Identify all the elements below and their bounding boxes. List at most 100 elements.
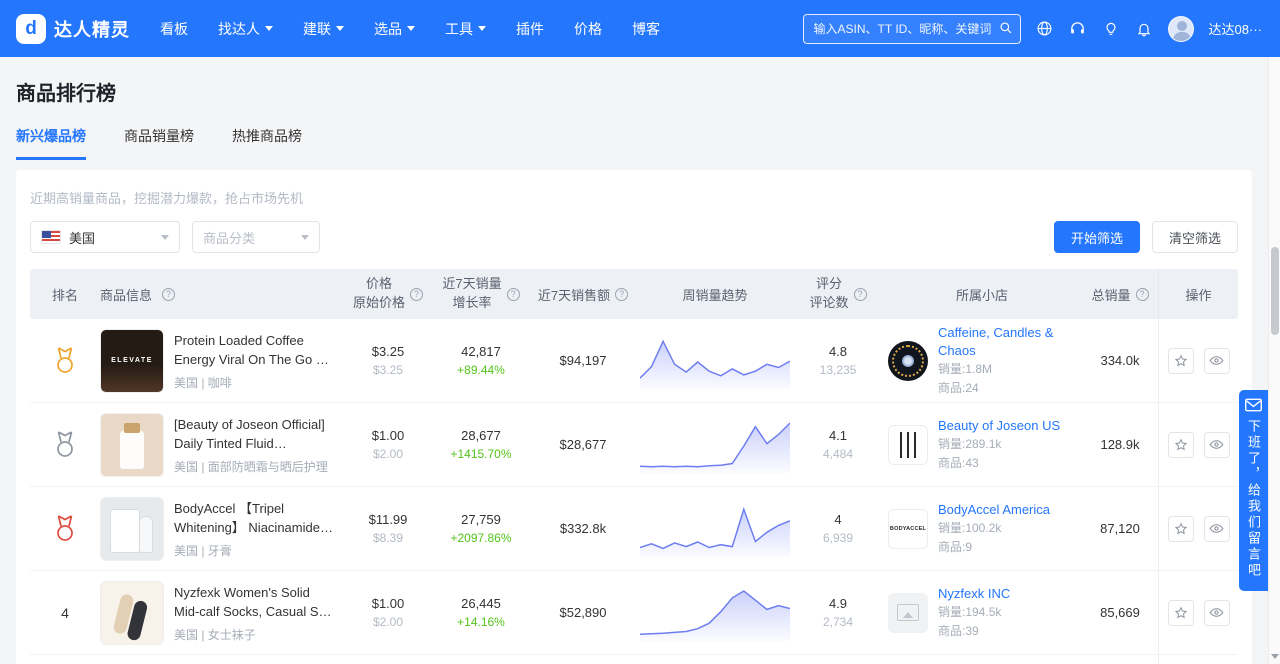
table-body: ELEVATE Protein Loaded Coffee Energy Vir… <box>30 319 1238 664</box>
sales7-cell: 28,677 +1415.70% <box>432 428 530 461</box>
favorite-button[interactable] <box>1168 348 1194 374</box>
search-icon[interactable] <box>999 21 1013 40</box>
info-icon[interactable] <box>162 288 175 301</box>
nav-item[interactable]: 价格 <box>574 19 602 39</box>
sales-7d: 42,817 <box>461 344 501 359</box>
watch-button[interactable] <box>1204 348 1230 374</box>
nav-item[interactable]: 看板 <box>160 19 188 39</box>
sales-7d: 27,759 <box>461 512 501 527</box>
bulb-icon[interactable] <box>1102 20 1120 38</box>
product-info: BodyAccel 【Tripel Whitening】 Niacinamide… <box>174 499 336 559</box>
username[interactable]: 达达08··· <box>1209 19 1262 38</box>
price-cell: $1.00 $2.00 <box>344 596 432 629</box>
rating: 4.8 <box>829 344 847 359</box>
product-image[interactable] <box>100 497 164 561</box>
shop-name[interactable]: Beauty of Joseon US <box>938 417 1060 435</box>
country-select[interactable]: 美国 <box>30 221 180 253</box>
shop-info: Nyzfexk INC 销量:194.5k 商品:39 <box>938 585 1010 640</box>
nav-item-label: 找达人 <box>218 19 260 39</box>
product-image[interactable]: ELEVATE <box>100 329 164 393</box>
review-count: 13,235 <box>820 363 857 377</box>
favorite-button[interactable] <box>1168 516 1194 542</box>
nav-item[interactable]: 选品 <box>374 19 415 39</box>
revenue-7d: $332.8k <box>530 521 636 536</box>
table-header: 排名 商品信息 价格原始价格 近7天销量增长率 近7天销售额 <box>30 269 1238 319</box>
price: $1.00 <box>372 596 405 611</box>
user-avatar[interactable] <box>1168 16 1194 42</box>
product-cell: Nyzfexk Women's Solid Mid-calf Socks, Ca… <box>100 581 344 645</box>
tab[interactable]: 热推商品榜 <box>232 126 302 160</box>
shop-logo[interactable] <box>888 341 928 381</box>
shop-name[interactable]: BodyAccel America <box>938 501 1050 519</box>
ranking-card: 近期高销量商品，挖掘潜力爆款，抢占市场先机 美国 商品分类 开始筛选 清空筛选 … <box>16 170 1252 664</box>
ranking-tabs: 新兴爆品榜 商品销量榜 热推商品榜 <box>16 126 1252 160</box>
total-sales: 128.9k <box>1082 437 1158 452</box>
shop-name[interactable]: Nyzfexk INC <box>938 585 1010 603</box>
shop-logo[interactable] <box>888 593 928 633</box>
bell-icon[interactable] <box>1135 20 1153 38</box>
shop-cell: Caffeine, Candles & Chaos 销量:1.8M 商品:24 <box>882 324 1082 398</box>
ranking-subtitle: 近期高销量商品，挖掘潜力爆款，抢占市场先机 <box>30 188 1238 207</box>
favorite-button[interactable] <box>1168 432 1194 458</box>
favorite-button[interactable] <box>1168 600 1194 626</box>
info-icon[interactable] <box>410 288 423 301</box>
nav-item[interactable]: 建联 <box>303 19 344 39</box>
vertical-scrollbar[interactable] <box>1268 57 1280 664</box>
shop-logo[interactable] <box>888 425 928 465</box>
nav-item[interactable]: 插件 <box>516 19 544 39</box>
product-image[interactable] <box>100 413 164 477</box>
rank-number: 4 <box>61 605 69 621</box>
watch-button[interactable] <box>1204 432 1230 458</box>
nav-item[interactable]: 工具 <box>445 19 486 39</box>
price: $11.99 <box>369 512 408 527</box>
info-icon[interactable] <box>507 288 520 301</box>
shop-name[interactable]: Caffeine, Candles & Chaos <box>938 324 1082 360</box>
info-icon[interactable] <box>1136 288 1149 301</box>
shop-product-count: 商品:9 <box>938 538 1050 557</box>
headset-icon[interactable] <box>1069 20 1087 38</box>
shop-product-count: 商品:39 <box>938 622 1010 641</box>
product-category: 美国 | 牙膏 <box>174 542 336 559</box>
globe-icon[interactable] <box>1036 20 1054 38</box>
product-info: [Beauty of Joseon Official] Daily Tinted… <box>174 415 336 475</box>
navbar-right: 达达08··· <box>803 14 1262 44</box>
shop-sales: 销量:194.5k <box>938 603 1010 622</box>
feedback-widget[interactable]: 下班了，给我们留言吧 <box>1239 390 1268 591</box>
chevron-down-icon <box>478 26 486 31</box>
info-icon[interactable] <box>615 288 628 301</box>
category-select[interactable]: 商品分类 <box>192 221 320 253</box>
brand[interactable]: d 达人精灵 <box>16 14 130 44</box>
scrollbar-thumb[interactable] <box>1271 247 1279 335</box>
watch-button[interactable] <box>1204 600 1230 626</box>
tab[interactable]: 商品销量榜 <box>124 126 194 160</box>
country-select-value: 美国 <box>69 228 95 247</box>
watch-button[interactable] <box>1204 516 1230 542</box>
product-title[interactable]: [Beauty of Joseon Official] Daily Tinted… <box>174 415 336 454</box>
product-category: 美国 | 女士袜子 <box>174 626 336 643</box>
col-header-rank: 排名 <box>30 285 100 304</box>
clear-filter-button[interactable]: 清空筛选 <box>1152 221 1238 253</box>
search-input[interactable] <box>803 14 1021 44</box>
product-title[interactable]: BodyAccel 【Tripel Whitening】 Niacinamide… <box>174 499 336 538</box>
table-row: [Beauty of Joseon Official] Daily Tinted… <box>30 403 1238 487</box>
category-select-placeholder: 商品分类 <box>203 228 255 247</box>
product-cell: BodyAccel 【Tripel Whitening】 Niacinamide… <box>100 497 344 561</box>
product-title[interactable]: Protein Loaded Coffee Energy Viral On Th… <box>174 331 336 370</box>
scrollbar-down-arrow[interactable] <box>1269 650 1280 662</box>
start-filter-button[interactable]: 开始筛选 <box>1054 221 1140 253</box>
col-header-revenue7: 近7天销售额 <box>530 285 636 304</box>
info-icon[interactable] <box>854 288 867 301</box>
brand-logo-icon: d <box>16 14 46 44</box>
product-image[interactable] <box>100 581 164 645</box>
nav-item[interactable]: 博客 <box>632 19 660 39</box>
tab[interactable]: 新兴爆品榜 <box>16 126 86 160</box>
trend-cell <box>636 585 794 641</box>
nav-item[interactable]: 找达人 <box>218 19 273 39</box>
main-menu: 看板 找达人 建联 选品 工具 插件 价格 博客 <box>160 19 660 39</box>
rating: 4 <box>834 512 841 527</box>
product-title[interactable]: Nyzfexk Women's Solid Mid-calf Socks, Ca… <box>174 583 336 622</box>
shop-info: Beauty of Joseon US 销量:289.1k 商品:43 <box>938 417 1060 472</box>
main-content: 商品排行榜 新兴爆品榜商品销量榜热推商品榜 近期高销量商品，挖掘潜力爆款，抢占市… <box>0 57 1280 664</box>
shop-logo[interactable]: BODYACCEL <box>888 509 928 549</box>
shop-cell: BODYACCEL BodyAccel America 销量:100.2k 商品… <box>882 501 1082 556</box>
